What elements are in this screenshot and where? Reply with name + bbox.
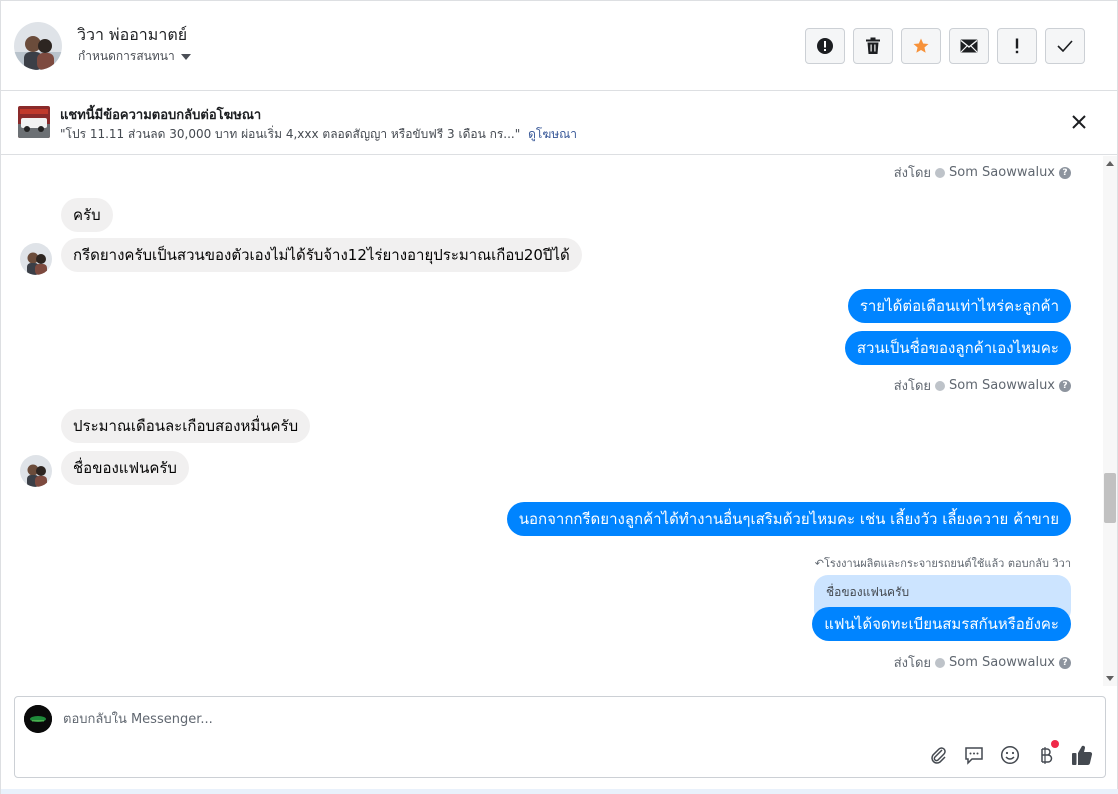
agent-name: Som Saowwalux (949, 378, 1055, 393)
message-thread[interactable]: ส่งโดย Som Saowwalux ? ครับ กรีดยางครับเ… (1, 156, 1103, 686)
sent-by-prefix: ส่งโดย (893, 166, 932, 181)
bottom-edge (1, 789, 1118, 794)
caret-down-icon (180, 53, 191, 60)
header-actions (805, 28, 1085, 64)
thumbs-up-icon (1072, 745, 1093, 766)
page-avatar (24, 705, 52, 733)
sent-by-label: ส่งโดย Som Saowwalux ? (894, 162, 1071, 183)
contact-small-avatar (20, 455, 52, 487)
reply-arrow-icon: ↶ (814, 557, 824, 570)
alert-circle-icon (817, 38, 833, 54)
payment-button[interactable] (1035, 740, 1059, 766)
checkmark-icon (1057, 40, 1073, 52)
sent-by-prefix: ส่งโดย (893, 656, 932, 671)
sent-by-label: ส่งโดย Som Saowwalux ? (894, 652, 1071, 673)
paperclip-icon (931, 747, 946, 764)
conversation-header: วิวา พ่ออามาตย์ กำหนดการสนทนา (1, 1, 1117, 91)
spam-button[interactable] (805, 28, 845, 64)
help-icon[interactable]: ? (1059, 656, 1071, 669)
saved-replies-button[interactable] (963, 744, 985, 766)
outgoing-message[interactable]: นอกจากกรีดยางลูกค้าได้ทำงานอื่นๆเสริมด้ว… (506, 502, 1071, 536)
outgoing-message[interactable]: แฟนได้จดทะเบียนสมรสกันหรือยังคะ (812, 607, 1071, 641)
incoming-message[interactable]: ครับ (61, 198, 113, 232)
ad-reply-banner: แชทนี้มีข้อความตอบกลับต่อโฆษณา "โปร 11.1… (1, 92, 1117, 155)
smiley-icon (1000, 745, 1020, 765)
follow-up-button[interactable] (997, 28, 1037, 64)
trash-icon (866, 37, 880, 54)
outgoing-message[interactable]: รายได้ต่อเดือนเท่าไหร่คะลูกค้า (847, 289, 1071, 323)
exclamation-icon (1015, 38, 1019, 54)
reply-input[interactable] (63, 707, 763, 731)
ad-quote-text: "โปร 11.11 ส่วนลด 30,000 บาท ผ่อนเริ่ม 4… (60, 127, 521, 141)
composer-tools (927, 740, 1093, 766)
incoming-message[interactable]: กรีดยางครับเป็นสวนของตัวเองไม่ได้รับจ้าง… (61, 238, 582, 272)
emoji-button[interactable] (999, 744, 1021, 766)
baht-icon (1041, 747, 1053, 764)
contact-name[interactable]: วิวา พ่ออามาตย์ (77, 23, 187, 48)
reply-context-text: โรงงานผลิตและกระจายรถยนต์ใช้แล้ว ตอบกลับ… (823, 557, 1071, 570)
agent-status-icon (935, 167, 946, 178)
sent-by-label: ส่งโดย Som Saowwalux ? (894, 375, 1071, 396)
close-banner-button[interactable] (1069, 112, 1089, 132)
delete-button[interactable] (853, 28, 893, 64)
like-button[interactable] (1071, 744, 1093, 766)
agent-name: Som Saowwalux (949, 655, 1055, 670)
chat-bubble-icon (965, 747, 983, 765)
close-icon (1072, 115, 1086, 129)
help-icon[interactable]: ? (1059, 166, 1071, 179)
incoming-message[interactable]: ชื่อของแฟนครับ (61, 451, 189, 485)
assign-conversation-dropdown[interactable]: กำหนดการสนทนา (78, 47, 191, 66)
star-icon (913, 38, 929, 53)
agent-name: Som Saowwalux (949, 165, 1055, 180)
mark-unread-button[interactable] (949, 28, 989, 64)
assign-label: กำหนดการสนทนา (78, 49, 175, 63)
star-button[interactable] (901, 28, 941, 64)
ad-banner-description: "โปร 11.11 ส่วนลด 30,000 บาท ผ่อนเริ่ม 4… (60, 125, 577, 144)
scroll-up-arrow-icon[interactable] (1106, 161, 1114, 166)
done-button[interactable] (1045, 28, 1085, 64)
incoming-message[interactable]: ประมาณเดือนละเกือบสองหมื่นครับ (61, 409, 311, 443)
scroll-down-arrow-icon[interactable] (1106, 676, 1114, 681)
message-composer (14, 696, 1106, 778)
agent-status-icon (935, 380, 946, 391)
messenger-conversation-panel: วิวา พ่ออามาตย์ กำหนดการสนทนา แชทนี้มีข้… (0, 0, 1118, 794)
outgoing-message[interactable]: สวนเป็นชื่อของลูกค้าเองไหมคะ (844, 331, 1071, 365)
view-ad-link[interactable]: ดูโฆษณา (528, 127, 577, 141)
envelope-icon (960, 39, 978, 53)
attach-button[interactable] (927, 744, 949, 766)
scrollbar-thumb[interactable] (1104, 473, 1116, 523)
help-icon[interactable]: ? (1059, 379, 1071, 392)
notification-dot (1051, 740, 1059, 748)
ad-banner-title: แชทนี้มีข้อความตอบกลับต่อโฆษณา (60, 108, 262, 123)
reply-context-label: ↶โรงงานผลิตและกระจายรถยนต์ใช้แล้ว ตอบกลั… (815, 554, 1071, 572)
agent-status-icon (935, 657, 946, 668)
contact-small-avatar (20, 243, 52, 275)
ad-thumbnail[interactable] (18, 106, 50, 138)
contact-avatar[interactable] (14, 22, 62, 70)
sent-by-prefix: ส่งโดย (893, 379, 932, 394)
thread-scrollbar[interactable] (1103, 156, 1117, 686)
